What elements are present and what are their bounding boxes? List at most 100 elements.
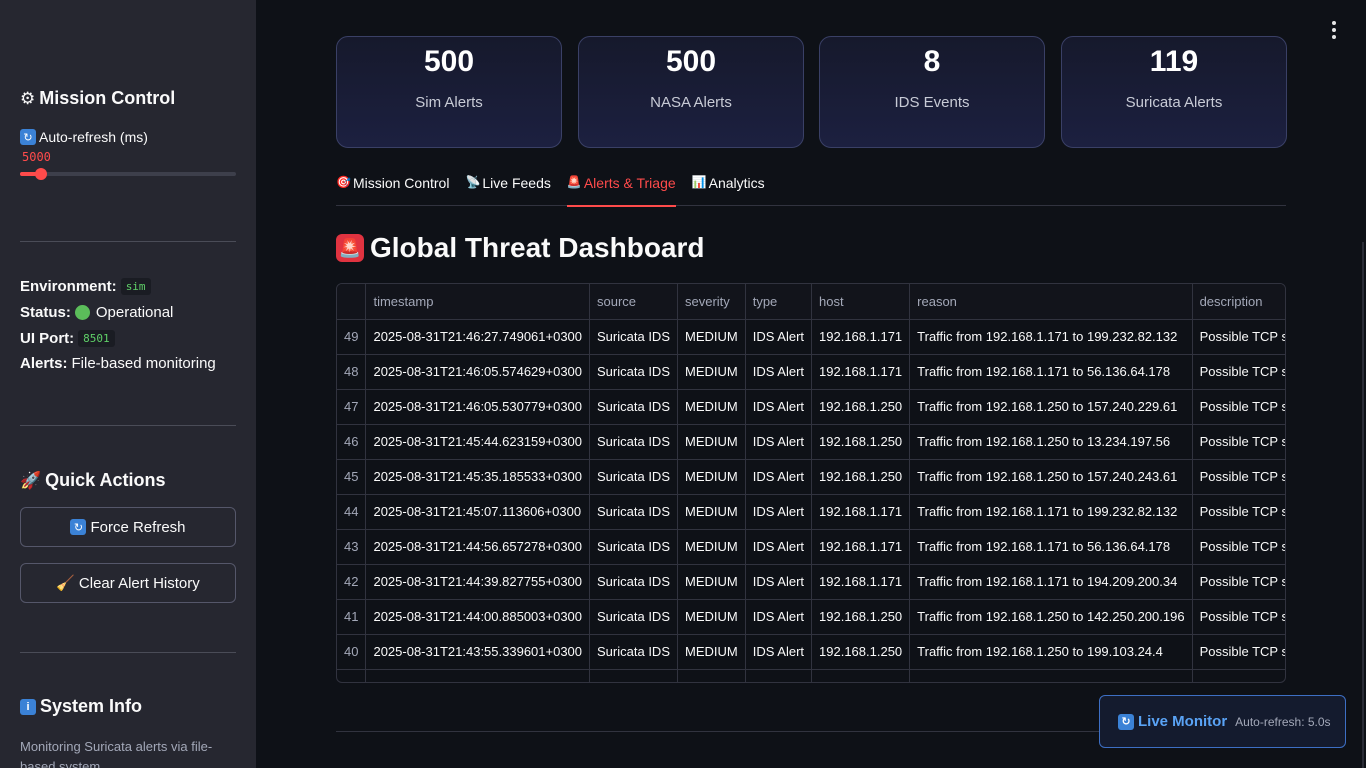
table-cell-timestamp[interactable]: 2025-08-31T21:43:55.339601+0300: [365, 634, 591, 670]
table-row[interactable]: 47 2025-08-31T21:46:05.530779+0300 Suricat…: [337, 389, 1285, 425]
column-header-description[interactable]: description: [1192, 284, 1285, 320]
table-row[interactable]: 44 2025-08-31T21:45:07.113606+0300 Suricat…: [337, 494, 1285, 530]
table-cell-host[interactable]: 192.168.1.250: [811, 459, 911, 495]
auto-refresh-slider[interactable]: [20, 168, 236, 180]
table-cell-reason[interactable]: Traffic from 192.168.1.250 to 13.234.197…: [909, 424, 1193, 460]
table-cell-type[interactable]: IDS Alert: [745, 389, 813, 425]
table-cell-host[interactable]: 192.168.1.171: [811, 529, 911, 565]
table-cell-host[interactable]: 192.168.1.171: [811, 319, 911, 355]
table-cell-index[interactable]: 45: [337, 459, 367, 495]
table-cell-index[interactable]: 46: [337, 424, 367, 460]
table-row[interactable]: 46 2025-08-31T21:45:44.623159+0300 Suricat…: [337, 424, 1285, 460]
column-header-timestamp[interactable]: timestamp: [365, 284, 591, 320]
table-cell-timestamp[interactable]: 2025-08-31T21:45:07.113606+0300: [365, 494, 591, 530]
table-cell-index[interactable]: 49: [337, 319, 367, 355]
table-cell-timestamp[interactable]: 2025-08-31T21:46:05.530779+0300: [365, 389, 591, 425]
table-cell-host[interactable]: 192.168.1.250: [811, 599, 911, 635]
tab-analytics[interactable]: 📊 Analytics: [692, 172, 765, 206]
alerts-table[interactable]: timestamp source severity type host reason des…: [336, 283, 1286, 683]
column-header-type[interactable]: type: [745, 284, 813, 320]
table-cell-description[interactable]: Possible TCP s: [1192, 319, 1285, 355]
table-cell-reason[interactable]: Traffic from 192.168.1.250 to 142.250.20…: [909, 599, 1193, 635]
table-cell-description[interactable]: Possible TCP s: [1192, 494, 1285, 530]
table-cell-source[interactable]: Suricata IDS: [589, 529, 678, 565]
table-cell-description[interactable]: Possible TCP s: [1192, 634, 1285, 670]
table-row[interactable]: 49 2025-08-31T21:46:27.749061+0300 Suricat…: [337, 319, 1285, 355]
table-cell-source[interactable]: Suricata IDS: [589, 354, 678, 390]
table-cell-index[interactable]: 47: [337, 389, 367, 425]
table-cell-reason[interactable]: Traffic from 192.168.1.171 to 56.136.64.…: [909, 354, 1193, 390]
table-cell-reason[interactable]: Traffic from 192.168.1.171 to 199.232.82…: [909, 494, 1193, 530]
table-cell-severity[interactable]: MEDIUM: [677, 354, 746, 390]
table-cell-type[interactable]: IDS Alert: [745, 319, 813, 355]
table-cell-description[interactable]: Possible TCP s: [1192, 389, 1285, 425]
table-cell-host[interactable]: 192.168.1.171: [811, 354, 911, 390]
column-header-index[interactable]: [337, 284, 367, 320]
table-cell-severity[interactable]: MEDIUM: [677, 529, 746, 565]
table-cell-timestamp[interactable]: 2025-08-31T21:46:27.749061+0300: [365, 319, 591, 355]
column-header-source[interactable]: source: [589, 284, 678, 320]
table-cell-source[interactable]: Suricata IDS: [589, 634, 678, 670]
table-cell-reason[interactable]: Traffic from 192.168.1.250 to 157.240.22…: [909, 389, 1193, 425]
table-cell-host[interactable]: 192.168.1.171: [811, 494, 911, 530]
table-cell-index[interactable]: 44: [337, 494, 367, 530]
table-cell-description[interactable]: Possible TCP s: [1192, 564, 1285, 600]
table-row[interactable]: 42 2025-08-31T21:44:39.827755+0300 Suricat…: [337, 564, 1285, 600]
table-row-partial[interactable]: [337, 669, 1285, 682]
table-cell-description[interactable]: Possible TCP s: [1192, 354, 1285, 390]
table-cell-description[interactable]: Possible TCP s: [1192, 424, 1285, 460]
slider-thumb[interactable]: [35, 168, 48, 180]
column-header-host[interactable]: host: [811, 284, 911, 320]
table-cell-source[interactable]: Suricata IDS: [589, 599, 678, 635]
table-row[interactable]: 48 2025-08-31T21:46:05.574629+0300 Suricat…: [337, 354, 1285, 390]
table-cell-timestamp[interactable]: 2025-08-31T21:45:35.185533+0300: [365, 459, 591, 495]
column-header-severity[interactable]: severity: [677, 284, 746, 320]
table-cell-host[interactable]: 192.168.1.171: [811, 564, 911, 600]
table-cell-source[interactable]: Suricata IDS: [589, 389, 678, 425]
table-cell-description[interactable]: Possible TCP s: [1192, 459, 1285, 495]
table-cell-type[interactable]: IDS Alert: [745, 564, 813, 600]
main-menu-kebab-icon[interactable]: [1326, 20, 1342, 40]
tab-live-feeds[interactable]: 📡 Live Feeds: [465, 172, 550, 206]
table-cell-reason[interactable]: Traffic from 192.168.1.171 to 199.232.82…: [909, 319, 1193, 355]
table-cell-type[interactable]: IDS Alert: [745, 634, 813, 670]
table-cell-index[interactable]: 48: [337, 354, 367, 390]
table-row[interactable]: 43 2025-08-31T21:44:56.657278+0300 Suricat…: [337, 529, 1285, 565]
table-cell-index[interactable]: 41: [337, 599, 367, 635]
table-cell-host[interactable]: 192.168.1.250: [811, 424, 911, 460]
table-cell-timestamp[interactable]: 2025-08-31T21:44:56.657278+0300: [365, 529, 591, 565]
force-refresh-button[interactable]: ↻ Force Refresh: [20, 507, 236, 547]
table-cell-severity[interactable]: MEDIUM: [677, 319, 746, 355]
table-cell-reason[interactable]: Traffic from 192.168.1.171 to 56.136.64.…: [909, 529, 1193, 565]
clear-alert-history-button[interactable]: 🧹 Clear Alert History: [20, 563, 236, 603]
table-cell-severity[interactable]: MEDIUM: [677, 634, 746, 670]
table-row[interactable]: 40 2025-08-31T21:43:55.339601+0300 Suricat…: [337, 634, 1285, 670]
table-cell-reason[interactable]: Traffic from 192.168.1.250 to 199.103.24…: [909, 634, 1193, 670]
table-cell-type[interactable]: IDS Alert: [745, 424, 813, 460]
table-cell-index[interactable]: 43: [337, 529, 367, 565]
table-cell-host[interactable]: 192.168.1.250: [811, 389, 911, 425]
tab-alerts-triage[interactable]: 🚨 Alerts & Triage: [566, 172, 676, 207]
table-cell-reason[interactable]: Traffic from 192.168.1.171 to 194.209.20…: [909, 564, 1193, 600]
table-cell-index[interactable]: 42: [337, 564, 367, 600]
table-cell-type[interactable]: IDS Alert: [745, 494, 813, 530]
table-cell-severity[interactable]: MEDIUM: [677, 494, 746, 530]
table-cell-severity[interactable]: MEDIUM: [677, 599, 746, 635]
table-cell-source[interactable]: Suricata IDS: [589, 424, 678, 460]
table-cell-severity[interactable]: MEDIUM: [677, 424, 746, 460]
table-cell-index[interactable]: 40: [337, 634, 367, 670]
table-cell-host[interactable]: 192.168.1.250: [811, 634, 911, 670]
table-cell-description[interactable]: Possible TCP s: [1192, 529, 1285, 565]
table-cell-reason[interactable]: Traffic from 192.168.1.250 to 157.240.24…: [909, 459, 1193, 495]
table-cell-type[interactable]: IDS Alert: [745, 354, 813, 390]
table-cell-severity[interactable]: MEDIUM: [677, 564, 746, 600]
column-header-reason[interactable]: reason: [909, 284, 1193, 320]
page-scrollbar[interactable]: [1362, 242, 1364, 768]
table-cell-source[interactable]: Suricata IDS: [589, 494, 678, 530]
table-cell-type[interactable]: IDS Alert: [745, 599, 813, 635]
table-row[interactable]: 45 2025-08-31T21:45:35.185533+0300 Suricat…: [337, 459, 1285, 495]
table-cell-description[interactable]: Possible TCP s: [1192, 599, 1285, 635]
table-cell-type[interactable]: IDS Alert: [745, 529, 813, 565]
table-cell-timestamp[interactable]: 2025-08-31T21:44:39.827755+0300: [365, 564, 591, 600]
table-cell-type[interactable]: IDS Alert: [745, 459, 813, 495]
